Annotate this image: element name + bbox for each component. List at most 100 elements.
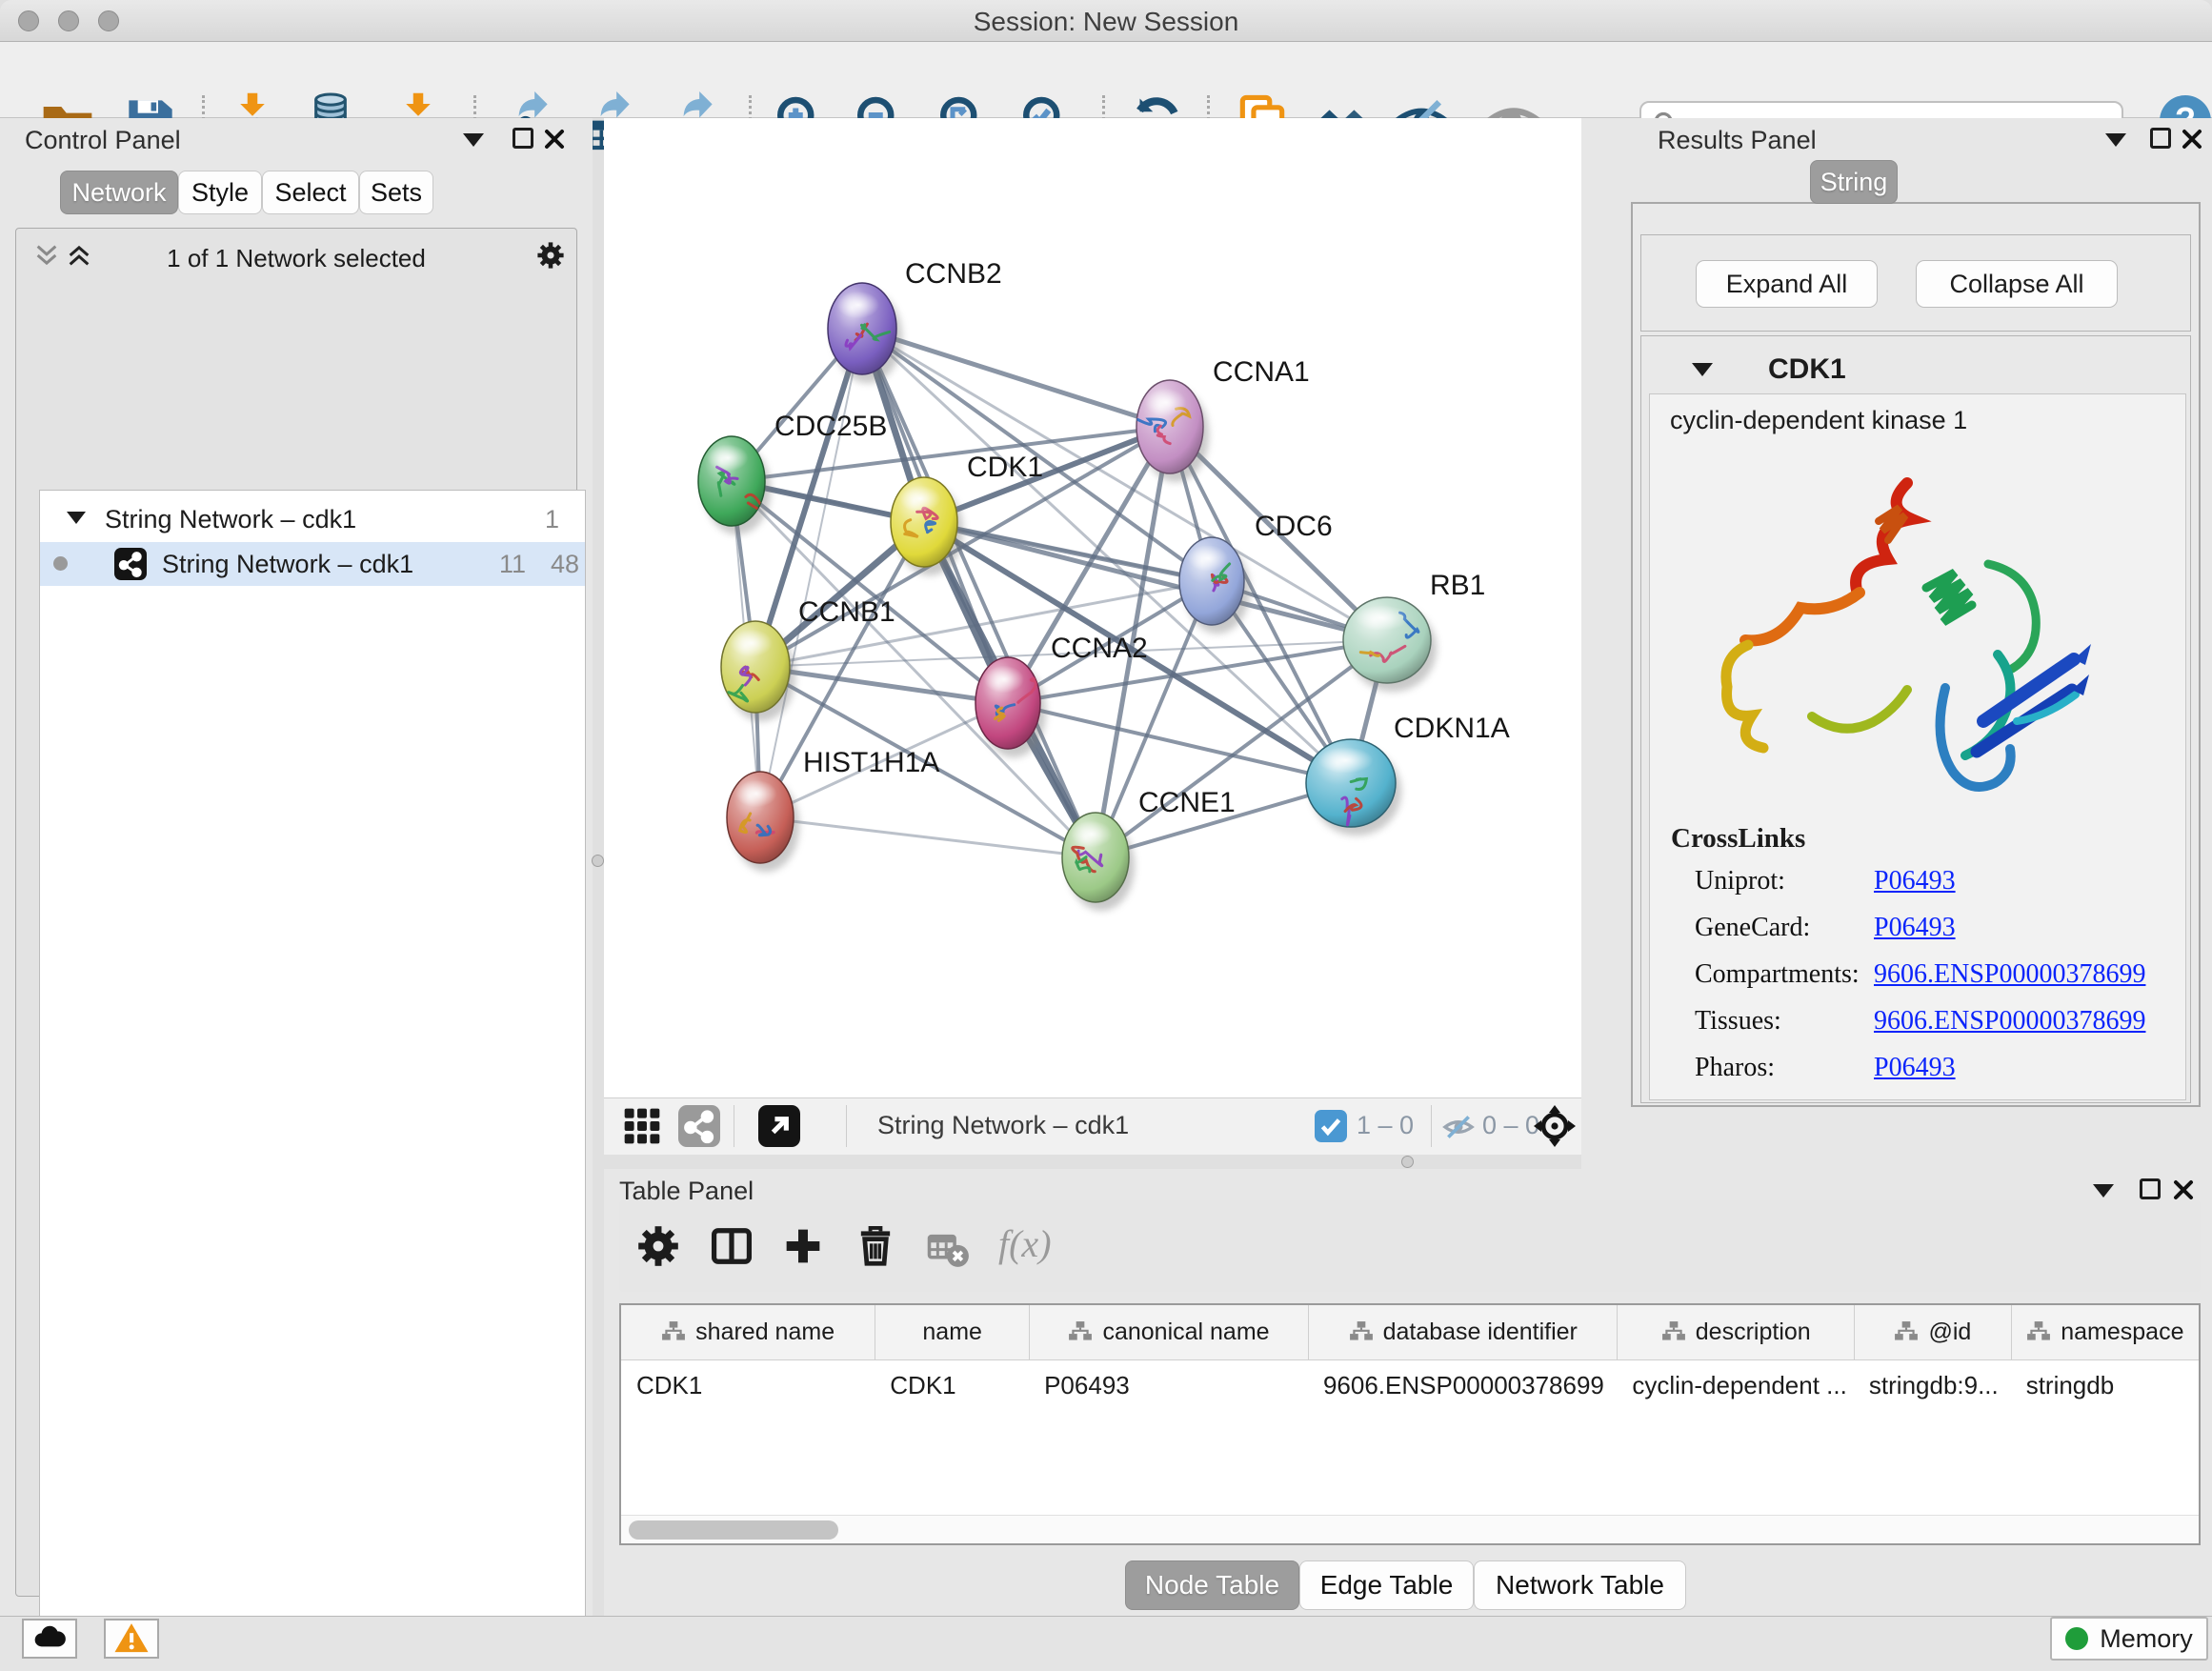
panel-menu-icon[interactable]: [463, 133, 484, 147]
network-node-HIST1H1A[interactable]: [727, 772, 799, 872]
external-link-icon: [758, 1105, 800, 1147]
left-splitter-handle[interactable]: [592, 855, 604, 867]
show-columns-icon[interactable]: [707, 1221, 756, 1271]
table-cell[interactable]: stringdb:9...: [1854, 1360, 2011, 1410]
node-label-HIST1H1A: HIST1H1A: [803, 747, 939, 778]
tab-sets[interactable]: Sets: [359, 171, 433, 214]
gene-name: CDK1: [1768, 353, 1846, 386]
network-node-CCNE1[interactable]: [1062, 813, 1135, 911]
network-node-count: 11: [499, 550, 526, 579]
network-view-title: String Network – cdk1: [877, 1111, 1129, 1140]
network-node-CCNB2[interactable]: [828, 283, 902, 383]
scrollbar-thumb[interactable]: [629, 1520, 838, 1540]
column-header-namespace[interactable]: namespace: [2011, 1305, 2199, 1359]
shared-column-tree-icon: [1894, 1320, 1919, 1345]
table-cell[interactable]: P06493: [1029, 1360, 1308, 1410]
column-header-description[interactable]: description: [1617, 1305, 1854, 1359]
network-graph[interactable]: CCNB2CCNA1CDC25BCDK1CDC6RB1CCNB1CCNA2CDK…: [604, 118, 1581, 1097]
table-settings-gear-icon[interactable]: [633, 1221, 683, 1271]
close-panel-icon[interactable]: [2181, 128, 2203, 151]
node-label-CCNB1: CCNB1: [798, 596, 895, 628]
node-label-CDK1: CDK1: [967, 452, 1043, 483]
crosslink-link[interactable]: 9606.ENSP00000378699: [1874, 959, 2145, 990]
table-cell[interactable]: 9606.ENSP00000378699: [1308, 1360, 1617, 1410]
table-cell[interactable]: stringdb: [2011, 1360, 2199, 1410]
horizontal-scrollbar[interactable]: [621, 1515, 2199, 1543]
column-header--id[interactable]: @id: [1854, 1305, 2011, 1359]
entry-expander-icon[interactable]: [1692, 363, 1713, 376]
panel-menu-icon[interactable]: [2093, 1184, 2114, 1198]
crosshair-icon: [1532, 1103, 1578, 1149]
results-entry: CDK1 cyclin-dependent kinase 1 CrossLi: [1640, 335, 2191, 1103]
network-view-button[interactable]: [678, 1105, 720, 1147]
crosslink-link[interactable]: P06493: [1874, 1053, 1956, 1083]
grid-view-button[interactable]: [621, 1105, 663, 1147]
gear-icon[interactable]: [534, 239, 567, 272]
crosslink-row: Compartments:9606.ENSP00000378699: [1695, 959, 2171, 990]
grid-icon: [621, 1105, 663, 1147]
collection-name: String Network – cdk1: [105, 505, 356, 534]
column-header-database-identifier[interactable]: database identifier: [1308, 1305, 1617, 1359]
node-label-CDC25B: CDC25B: [774, 411, 887, 442]
close-panel-icon[interactable]: [543, 128, 566, 151]
close-panel-icon[interactable]: [2172, 1178, 2195, 1201]
crosslink-link[interactable]: P06493: [1874, 866, 1956, 896]
network-canvas[interactable]: CCNB2CCNA1CDC25BCDK1CDC6RB1CCNB1CCNA2CDK…: [604, 118, 1581, 1097]
network-node-RB1[interactable]: [1343, 597, 1437, 692]
add-column-icon[interactable]: [778, 1221, 828, 1271]
network-collection-row[interactable]: String Network – cdk1 1: [40, 498, 585, 542]
collapse-all-button[interactable]: Collapse All: [1916, 260, 2118, 308]
table-cell[interactable]: CDK1: [621, 1360, 875, 1410]
tab-string[interactable]: String: [1810, 160, 1898, 204]
cloud-status-button[interactable]: [22, 1619, 77, 1659]
column-label: shared name: [695, 1319, 835, 1346]
tab-node-table[interactable]: Node Table: [1125, 1560, 1299, 1610]
node-label-CCNB2: CCNB2: [905, 258, 1002, 290]
panel-menu-icon[interactable]: [2105, 133, 2126, 147]
column-header-shared-name[interactable]: shared name: [621, 1305, 875, 1359]
tab-edge-table[interactable]: Edge Table: [1299, 1560, 1474, 1610]
tab-style[interactable]: Style: [178, 171, 262, 214]
crosslinks-list: Uniprot:P06493GeneCard:P06493Compartment…: [1695, 866, 2171, 1099]
open-in-new-window-button[interactable]: [758, 1105, 800, 1147]
crosslink-row: Uniprot:P06493: [1695, 866, 2171, 896]
tab-network[interactable]: Network: [60, 171, 178, 214]
float-panel-icon[interactable]: [513, 128, 533, 149]
crosslink-link[interactable]: 9606.ENSP00000378699: [1874, 1006, 2145, 1037]
selected-checkbox[interactable]: [1315, 1110, 1347, 1142]
collection-expander-icon[interactable]: [67, 512, 86, 524]
node-label-CCNA1: CCNA1: [1213, 356, 1310, 388]
window-titlebar: Session: New Session: [0, 0, 2212, 42]
network-node-CCNB1[interactable]: [721, 621, 795, 721]
column-header-name[interactable]: name: [875, 1305, 1029, 1359]
shared-column-tree-icon: [2026, 1320, 2051, 1345]
gene-description: cyclin-dependent kinase 1: [1670, 406, 1967, 435]
tab-select[interactable]: Select: [262, 171, 359, 214]
table-cell[interactable]: cyclin-dependent ...: [1617, 1360, 1854, 1410]
share-icon: [678, 1105, 720, 1147]
center-view-button[interactable]: [1532, 1103, 1578, 1154]
float-panel-icon[interactable]: [2150, 128, 2171, 149]
column-header-canonical-name[interactable]: canonical name: [1029, 1305, 1308, 1359]
network-row-selected[interactable]: String Network – cdk1 11 48: [40, 542, 585, 586]
warning-button[interactable]: [104, 1619, 159, 1659]
edge-HIST1H1A-CCNE1[interactable]: [760, 817, 1096, 857]
table-row[interactable]: CDK1CDK1P064939606.ENSP00000378699cyclin…: [621, 1360, 2199, 1410]
crosslink-link[interactable]: P06493: [1874, 913, 1956, 943]
warning-icon: [112, 1620, 151, 1658]
node-label-CDC6: CDC6: [1255, 511, 1333, 542]
memory-label: Memory: [2100, 1624, 2193, 1654]
float-panel-icon[interactable]: [2140, 1178, 2161, 1199]
edge-CCNB2-CCNA1[interactable]: [862, 329, 1170, 427]
network-node-CDKN1A[interactable]: [1306, 739, 1401, 836]
expand-all-button[interactable]: Expand All: [1696, 260, 1878, 308]
memory-button[interactable]: Memory: [2050, 1617, 2208, 1661]
table-header-row: shared name namecanonical namedatabase id…: [621, 1305, 2199, 1360]
memory-status-dot-icon: [2065, 1627, 2088, 1650]
tab-network-table[interactable]: Network Table: [1474, 1560, 1686, 1610]
bottom-splitter-handle[interactable]: [1401, 1156, 1414, 1168]
table-cell[interactable]: CDK1: [875, 1360, 1029, 1410]
main-toolbar: ?: [0, 42, 2212, 118]
crosslink-row: Pharos:P06493: [1695, 1053, 2171, 1083]
delete-column-trash-icon[interactable]: [851, 1221, 900, 1271]
